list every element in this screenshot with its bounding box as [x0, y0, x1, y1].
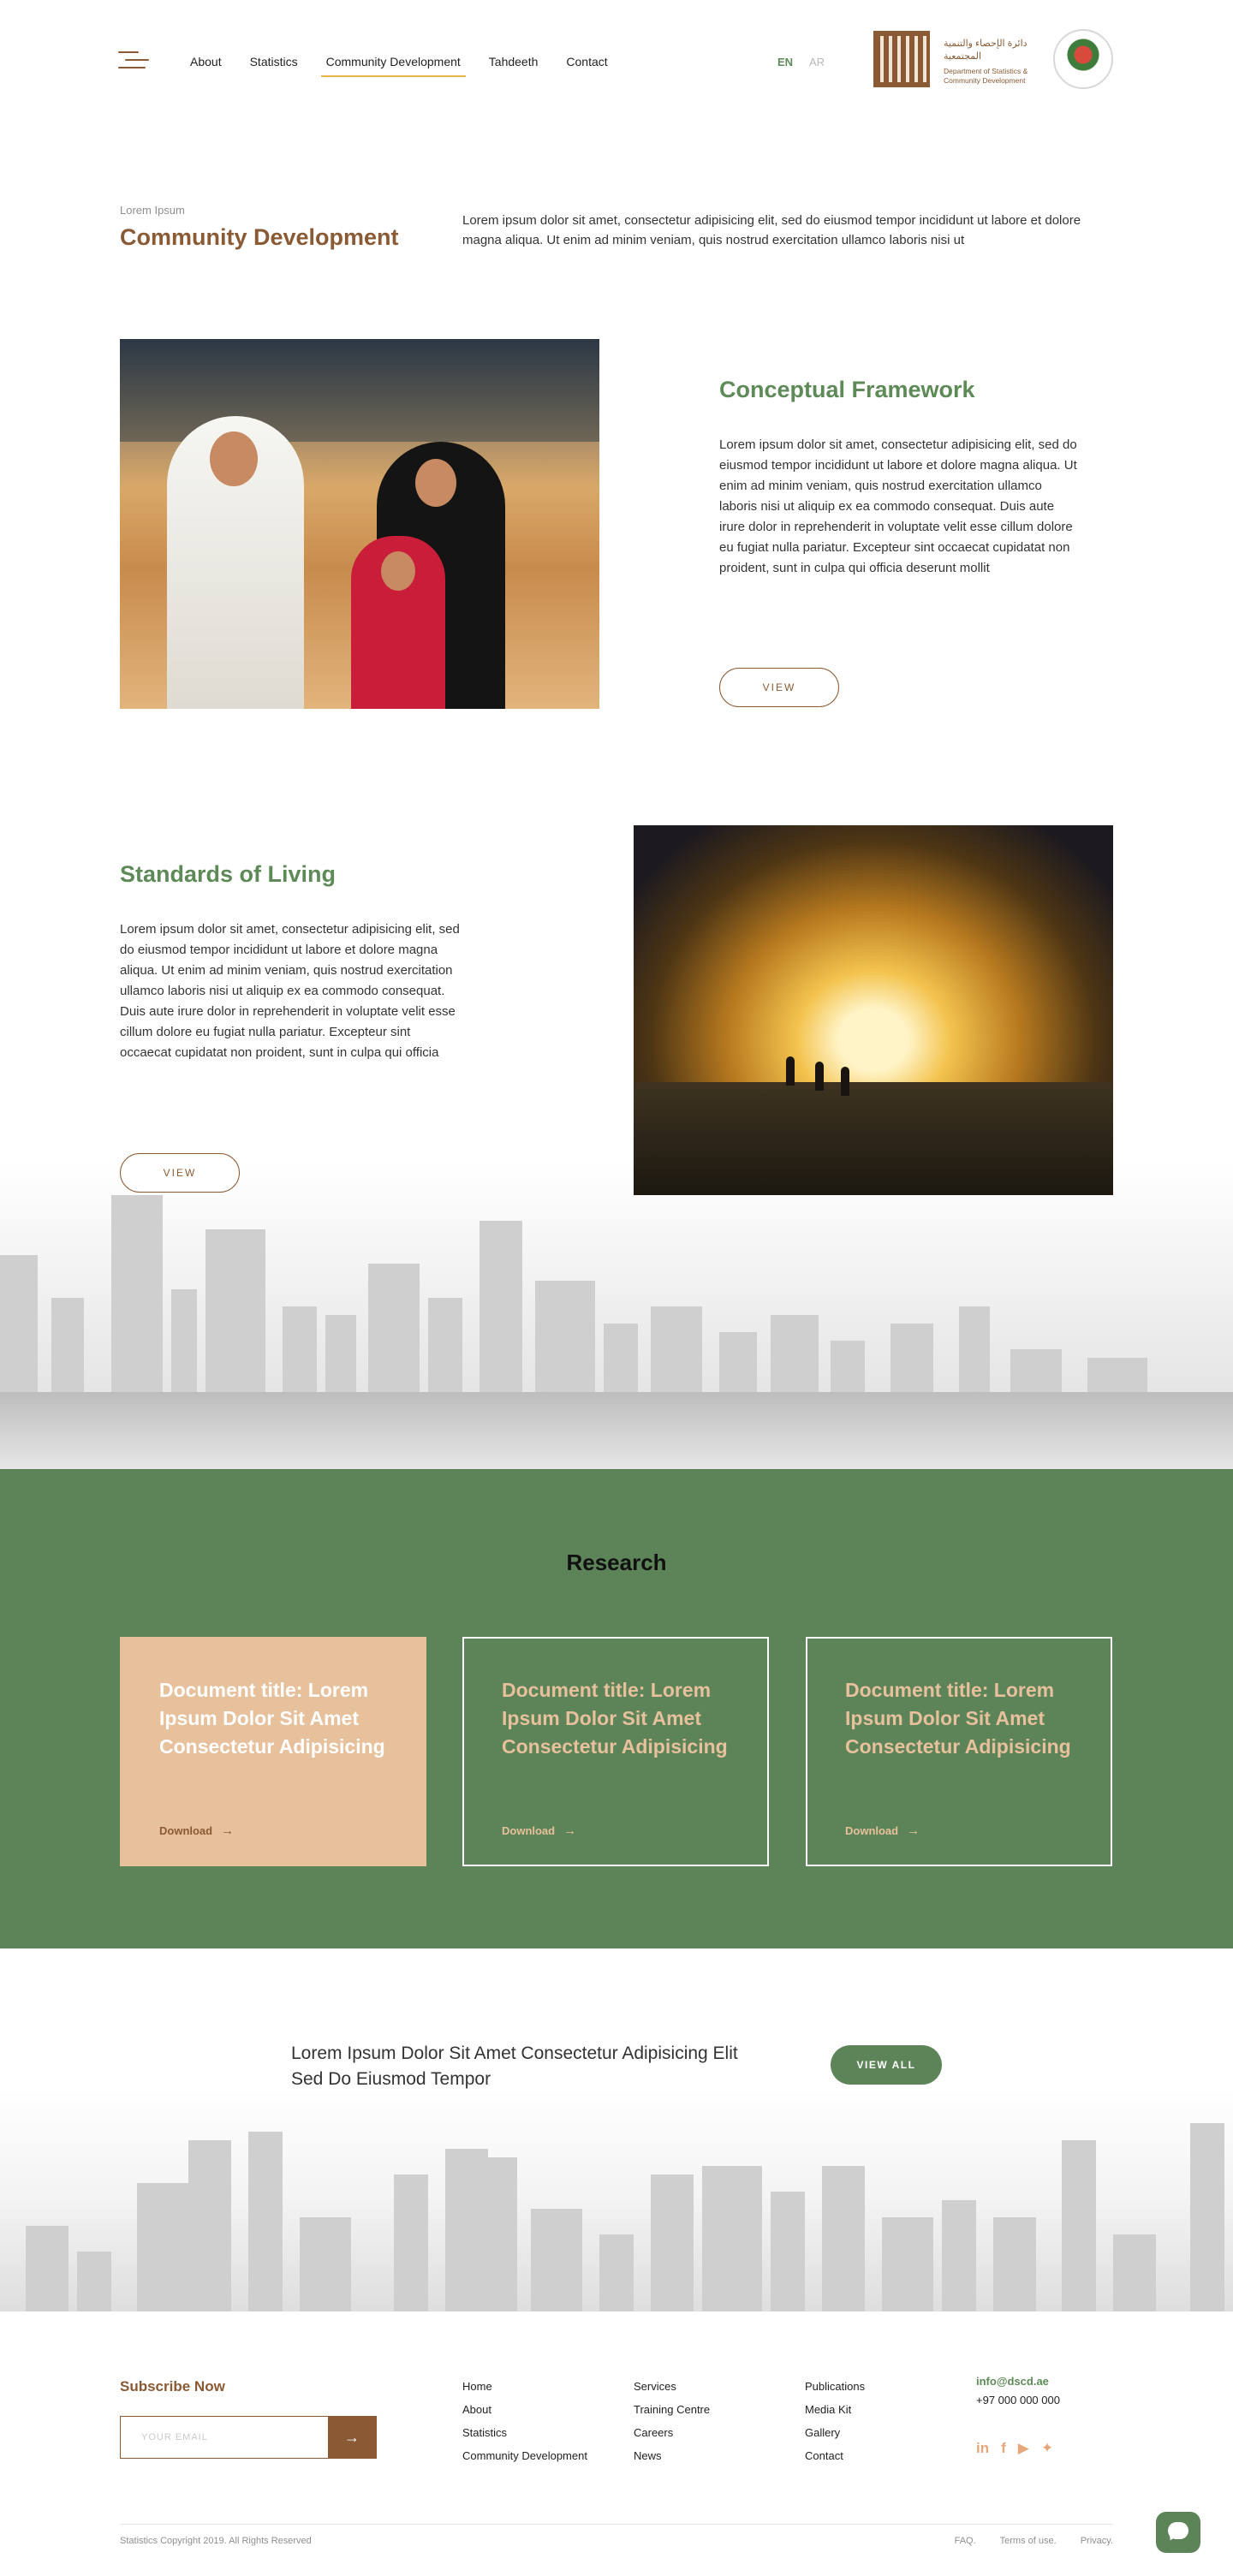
footer-link-about[interactable]: About: [462, 2398, 587, 2421]
footer-link-careers[interactable]: Careers: [634, 2421, 710, 2444]
feature-text-conceptual-framework: Lorem ipsum dolor sit amet, consectetur …: [719, 437, 1077, 575]
department-logo-text: دائرة الإحصاء والتنمية المجتمعية Departm…: [944, 39, 1028, 85]
research-card-title: Document title: Lorem Ipsum Dolor Sit Am…: [159, 1679, 385, 1758]
research-card-title: Document title: Lorem Ipsum Dolor Sit Am…: [502, 1679, 728, 1758]
research-title: Research: [566, 1550, 667, 1575]
research-card[interactable]: Document title: Lorem Ipsum Dolor Sit Am…: [462, 1637, 769, 1866]
download-link[interactable]: Download →: [159, 1823, 234, 1838]
social-links: in f ▶ ✦: [976, 2440, 1053, 2457]
footer-links-column: Home About Statistics Community Developm…: [462, 2375, 587, 2467]
linkedin-icon[interactable]: in: [976, 2440, 989, 2457]
subscribe-title: Subscribe Now: [120, 2378, 225, 2395]
nav-about[interactable]: About: [190, 55, 222, 77]
feature-text-standards-of-living: Lorem ipsum dolor sit amet, consectetur …: [120, 922, 460, 1060]
arrow-right-icon: →: [344, 2429, 360, 2446]
national-emblem-icon: [1053, 29, 1113, 89]
legal-link-terms[interactable]: Terms of use.: [1000, 2536, 1057, 2546]
twitter-icon[interactable]: ✦: [1041, 2440, 1053, 2457]
site-header: About Statistics Community Development T…: [0, 0, 1233, 120]
download-link[interactable]: Download →: [502, 1823, 576, 1838]
hamburger-menu-icon[interactable]: [118, 51, 149, 70]
page-title: Community Development: [120, 224, 399, 250]
footer-link-gallery[interactable]: Gallery: [805, 2421, 865, 2444]
contact-email[interactable]: info@dscd.ae: [976, 2375, 1049, 2388]
subscribe-email-input[interactable]: [121, 2417, 331, 2458]
city-skyline-image: [0, 1164, 1233, 1469]
arrow-right-icon: →: [221, 1823, 235, 1838]
facebook-icon[interactable]: f: [1001, 2440, 1006, 2457]
footer-links-column: Publications Media Kit Gallery Contact: [805, 2375, 865, 2467]
research-card[interactable]: Document title: Lorem Ipsum Dolor Sit Am…: [120, 1637, 426, 1866]
light-tunnel-photo: [634, 825, 1113, 1195]
youtube-icon[interactable]: ▶: [1018, 2440, 1029, 2457]
family-photo: [120, 339, 599, 709]
research-section: Research Document title: Lorem Ipsum Dol…: [0, 1469, 1233, 1948]
nav-tahdeeth[interactable]: Tahdeeth: [489, 55, 539, 77]
nav-community-development[interactable]: Community Development: [320, 55, 466, 77]
feature-title-standards-of-living: Standards of Living: [120, 861, 337, 887]
view-all-button[interactable]: VIEW ALL: [831, 2045, 942, 2085]
footer-divider: [120, 2524, 1113, 2525]
city-skyline-image-bottom: [0, 2089, 1233, 2311]
department-logo-mark[interactable]: [873, 31, 930, 87]
legal-link-faq[interactable]: FAQ.: [955, 2536, 976, 2546]
intro-eyebrow: Lorem Ipsum: [120, 204, 185, 217]
feature-title-conceptual-framework: Conceptual Framework: [719, 377, 975, 402]
footer-link-home[interactable]: Home: [462, 2375, 587, 2398]
footer-link-publications[interactable]: Publications: [805, 2375, 865, 2398]
research-card-title: Document title: Lorem Ipsum Dolor Sit Am…: [845, 1679, 1071, 1758]
footer-link-news[interactable]: News: [634, 2444, 710, 2467]
view-button-conceptual-framework[interactable]: VIEW: [719, 668, 839, 707]
legal-links: FAQ. Terms of use. Privacy.: [955, 2536, 1113, 2546]
footer-link-training-centre[interactable]: Training Centre: [634, 2398, 710, 2421]
download-link[interactable]: Download →: [845, 1823, 920, 1838]
copyright-text: Statistics Copyright 2019. All Rights Re…: [120, 2536, 312, 2546]
chat-icon[interactable]: [1156, 2512, 1200, 2553]
nav-statistics[interactable]: Statistics: [250, 55, 298, 77]
footer-links-column: Services Training Centre Careers News: [634, 2375, 710, 2467]
cta-text: Lorem Ipsum Dolor Sit Amet Consectetur A…: [291, 2044, 738, 2089]
subscribe-form: →: [120, 2416, 377, 2459]
language-switcher: EN AR: [777, 56, 825, 68]
research-card[interactable]: Document title: Lorem Ipsum Dolor Sit Am…: [806, 1637, 1112, 1866]
contact-phone[interactable]: +97 000 000 000: [976, 2394, 1060, 2406]
footer-link-services[interactable]: Services: [634, 2375, 710, 2398]
arrow-right-icon: →: [907, 1823, 920, 1838]
legal-link-privacy[interactable]: Privacy.: [1081, 2536, 1113, 2546]
main-nav: About Statistics Community Development T…: [190, 55, 636, 77]
footer-link-contact[interactable]: Contact: [805, 2444, 865, 2467]
subscribe-submit-button[interactable]: →: [328, 2417, 376, 2458]
lang-en[interactable]: EN: [777, 56, 793, 68]
view-button-standards-of-living[interactable]: VIEW: [120, 1153, 240, 1193]
footer-link-community-development[interactable]: Community Development: [462, 2444, 587, 2467]
arrow-right-icon: →: [563, 1823, 577, 1838]
nav-contact[interactable]: Contact: [566, 55, 607, 77]
lang-ar[interactable]: AR: [809, 56, 825, 68]
footer-link-media-kit[interactable]: Media Kit: [805, 2398, 865, 2421]
intro-text: Lorem ipsum dolor sit amet, consectetur …: [462, 213, 1081, 247]
footer-link-statistics[interactable]: Statistics: [462, 2421, 587, 2444]
